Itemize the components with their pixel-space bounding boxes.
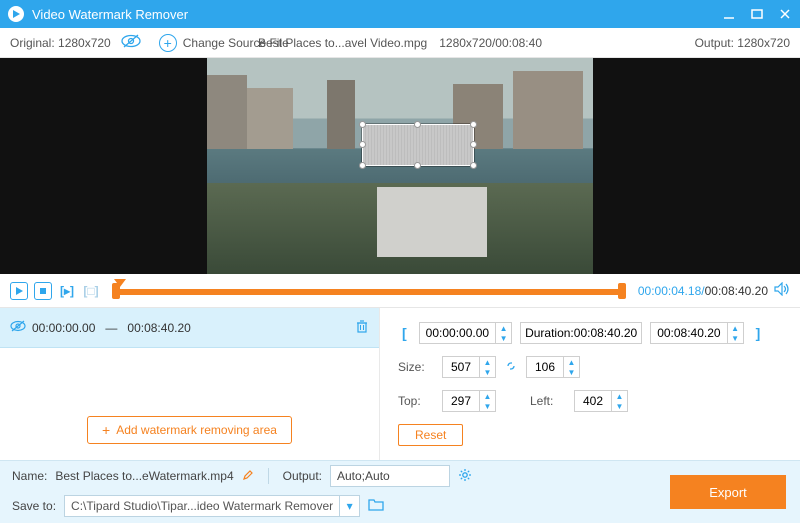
output-format-label: Output: <box>283 469 322 483</box>
top-label: Top: <box>398 394 434 408</box>
middle-panels: 00:00:00.00 — 00:08:40.20 + Add watermar… <box>0 308 800 460</box>
resize-handle-rc[interactable] <box>470 141 477 148</box>
source-filename: Best Places to...avel Video.mpg <box>258 36 427 50</box>
width-stepper[interactable]: 507 ▲▼ <box>442 356 496 378</box>
end-up[interactable]: ▲ <box>728 323 743 333</box>
output-format-value: Auto;Auto <box>337 469 390 483</box>
open-folder-icon[interactable] <box>368 498 384 514</box>
segment-eye-icon <box>10 320 26 335</box>
delete-segment-icon[interactable] <box>355 319 369 336</box>
resize-handle-br[interactable] <box>470 162 477 169</box>
properties-panel: [ 00:00:00.00 ▲▼ Duration:00:08:40.20 00… <box>380 308 800 460</box>
save-to-field[interactable]: C:\Tipard Studio\Tipar...ideo Watermark … <box>64 495 360 517</box>
app-title: Video Watermark Remover <box>32 7 188 22</box>
reset-button[interactable]: Reset <box>398 424 463 446</box>
add-watermark-area-button[interactable]: + Add watermark removing area <box>87 416 292 444</box>
close-button[interactable] <box>778 7 792 21</box>
step-forward-button[interactable]: [▸] <box>58 282 76 300</box>
edit-name-icon[interactable] <box>242 469 254 484</box>
app-logo-icon <box>8 6 24 22</box>
set-end-bracket-button[interactable]: ] <box>752 325 765 341</box>
name-label: Name: <box>12 469 47 483</box>
end-time-stepper[interactable]: 00:08:40.20 ▲▼ <box>650 322 743 344</box>
resize-handle-tc[interactable] <box>414 121 421 128</box>
top-stepper[interactable]: 297 ▲▼ <box>442 390 496 412</box>
set-start-bracket-button[interactable]: [ <box>398 325 411 341</box>
duration-value: 00:08:40.20 <box>574 326 637 340</box>
resize-handle-bl[interactable] <box>359 162 366 169</box>
minimize-button[interactable] <box>722 7 736 21</box>
segments-panel: 00:00:00.00 — 00:08:40.20 + Add watermar… <box>0 308 380 460</box>
start-up[interactable]: ▲ <box>496 323 511 333</box>
volume-icon[interactable] <box>774 282 790 299</box>
plus-icon: + <box>102 422 110 438</box>
watermark-selection-rect[interactable] <box>362 124 474 166</box>
left-stepper[interactable]: 402 ▲▼ <box>574 390 628 412</box>
titlebar: Video Watermark Remover <box>0 0 800 28</box>
stop-button[interactable] <box>34 282 52 300</box>
aspect-lock-icon[interactable] <box>504 359 518 376</box>
toolbar: Original: 1280x720 + Change Source File … <box>0 28 800 58</box>
height-stepper[interactable]: 106 ▲▼ <box>526 356 580 378</box>
original-resolution-label: Original: 1280x720 <box>10 36 111 50</box>
step-backward-button[interactable]: [□] <box>82 282 100 300</box>
preview-toggle-icon[interactable] <box>121 34 141 51</box>
timeline-handle-end[interactable] <box>618 283 626 299</box>
export-button[interactable]: Export <box>670 475 786 509</box>
duration-label: Duration: <box>525 326 574 340</box>
output-settings-icon[interactable] <box>458 468 472 485</box>
add-area-label: Add watermark removing area <box>116 423 277 437</box>
segment-dash: — <box>105 321 117 335</box>
resize-handle-tr[interactable] <box>470 121 477 128</box>
timeline-row: [▸] [□] 00:00:04.18/00:08:40.20 <box>0 274 800 308</box>
play-button[interactable] <box>10 282 28 300</box>
source-resolution-duration: 1280x720/00:08:40 <box>439 36 542 50</box>
bottom-bar: Name: Best Places to...eWatermark.mp4 Ou… <box>0 460 800 523</box>
save-to-label: Save to: <box>12 499 56 513</box>
segment-start: 00:00:00.00 <box>32 321 95 335</box>
start-time-stepper[interactable]: 00:00:00.00 ▲▼ <box>419 322 512 344</box>
preview-area <box>0 58 800 274</box>
output-name-value: Best Places to...eWatermark.mp4 <box>55 469 233 483</box>
timeline-time: 00:00:04.18/00:08:40.20 <box>638 284 768 298</box>
change-source-plus-icon[interactable]: + <box>159 34 177 52</box>
save-to-dropdown-icon[interactable]: ▾ <box>339 496 359 516</box>
size-label: Size: <box>398 360 434 374</box>
left-label: Left: <box>530 394 566 408</box>
output-resolution-label: Output: 1280x720 <box>695 36 790 50</box>
maximize-button[interactable] <box>750 7 764 21</box>
resize-handle-bc[interactable] <box>414 162 421 169</box>
start-down[interactable]: ▼ <box>496 333 511 343</box>
output-format-box[interactable]: Auto;Auto <box>330 465 450 487</box>
playhead-icon[interactable] <box>114 279 126 287</box>
duration-box: Duration:00:08:40.20 <box>520 322 642 344</box>
timeline-track[interactable] <box>114 285 624 297</box>
save-to-value: C:\Tipard Studio\Tipar...ideo Watermark … <box>65 499 339 513</box>
segment-end: 00:08:40.20 <box>127 321 190 335</box>
resize-handle-tl[interactable] <box>359 121 366 128</box>
video-preview[interactable] <box>207 58 593 274</box>
resize-handle-lc[interactable] <box>359 141 366 148</box>
segment-row[interactable]: 00:00:00.00 — 00:08:40.20 <box>0 308 379 348</box>
end-down[interactable]: ▼ <box>728 333 743 343</box>
